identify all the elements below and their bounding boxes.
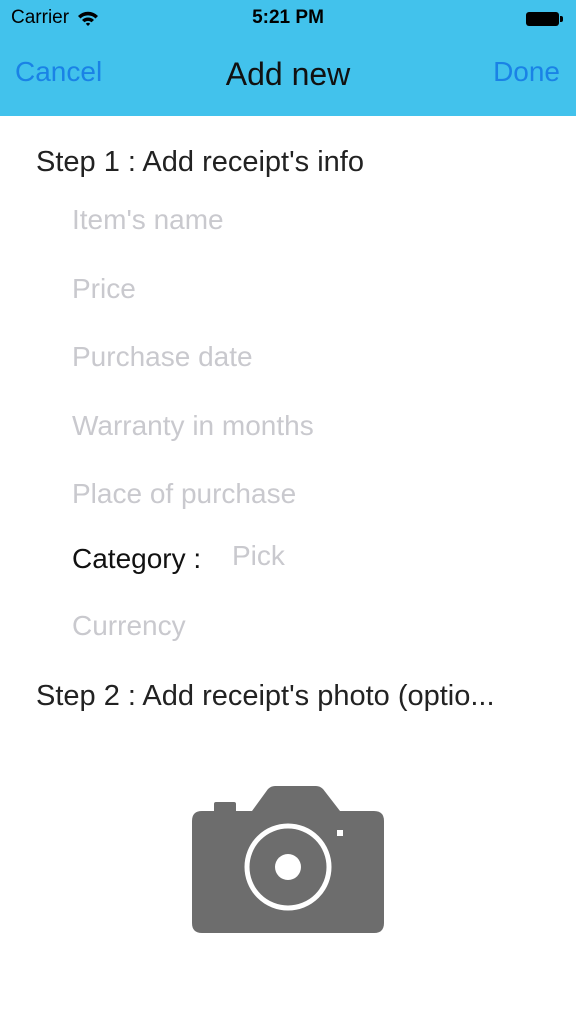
item-name-field[interactable]: Item's name xyxy=(72,204,224,236)
step1-title: Step 1 : Add receipt's info xyxy=(36,146,364,178)
currency-field[interactable]: Currency xyxy=(72,610,186,642)
camera-icon[interactable] xyxy=(190,785,386,935)
status-time: 5:21 PM xyxy=(252,7,324,28)
category-picker[interactable]: Pick xyxy=(232,540,285,572)
done-button[interactable]: Done xyxy=(493,56,560,88)
page-title: Add new xyxy=(225,56,351,92)
purchase-date-field[interactable]: Purchase date xyxy=(72,341,253,373)
price-field[interactable]: Price xyxy=(72,273,136,305)
navigation-header: Carrier 5:21 PM Cancel Add new Done xyxy=(0,0,576,116)
step2-title: Step 2 : Add receipt's photo (optio... xyxy=(36,680,495,712)
status-bar: Carrier 5:21 PM xyxy=(0,0,576,38)
warranty-field[interactable]: Warranty in months xyxy=(72,410,314,442)
category-label: Category : xyxy=(72,543,202,574)
battery-icon xyxy=(526,11,564,27)
place-of-purchase-field[interactable]: Place of purchase xyxy=(72,478,296,510)
